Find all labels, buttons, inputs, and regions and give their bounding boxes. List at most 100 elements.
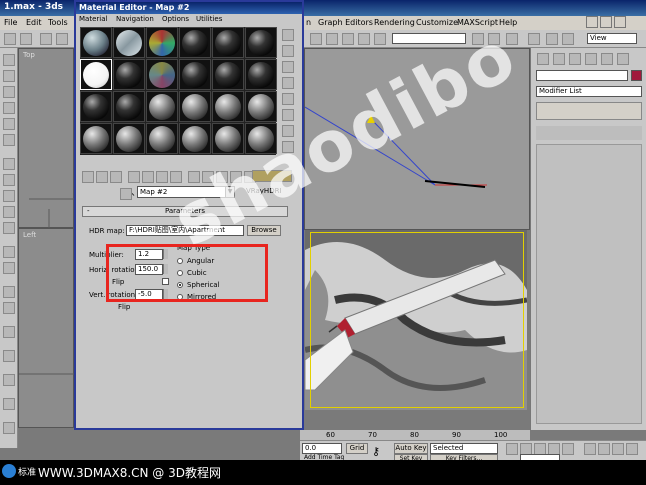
sample-slot-selected[interactable] bbox=[80, 59, 112, 90]
get-material-icon[interactable] bbox=[82, 171, 94, 183]
modifier-stack[interactable] bbox=[536, 102, 642, 120]
utilities-tab-icon[interactable] bbox=[617, 53, 629, 65]
display-tab-icon[interactable] bbox=[601, 53, 613, 65]
menu-material[interactable]: Material bbox=[79, 15, 107, 23]
chevron-down-icon[interactable]: ▼ bbox=[225, 187, 234, 197]
material-effects-channel-icon[interactable] bbox=[188, 171, 200, 183]
torus-icon[interactable] bbox=[3, 206, 15, 218]
modify-icon[interactable] bbox=[3, 70, 15, 82]
motion-tab-icon[interactable] bbox=[585, 53, 597, 65]
helper-icon[interactable] bbox=[3, 286, 15, 298]
uv-tiling-icon[interactable] bbox=[282, 77, 294, 89]
compound-icon[interactable] bbox=[3, 374, 15, 386]
video-color-check-icon[interactable] bbox=[282, 93, 294, 105]
reactor-icon[interactable] bbox=[3, 422, 15, 434]
sample-slot[interactable] bbox=[212, 59, 244, 90]
sample-slot[interactable] bbox=[113, 59, 145, 90]
cylinder-icon[interactable] bbox=[3, 190, 15, 202]
zoom-all-icon[interactable] bbox=[598, 443, 610, 455]
background-icon[interactable] bbox=[282, 61, 294, 73]
scale-icon[interactable] bbox=[342, 33, 354, 45]
viewport-top[interactable]: Top bbox=[18, 48, 75, 229]
menu-maxscript[interactable]: MAXScript bbox=[457, 18, 498, 27]
menu-file[interactable]: File bbox=[4, 18, 17, 27]
sample-slot[interactable] bbox=[113, 27, 145, 58]
mirror-icon[interactable] bbox=[374, 33, 386, 45]
menu-rendering[interactable]: Rendering bbox=[374, 18, 415, 27]
hierarchy-icon[interactable] bbox=[3, 86, 15, 98]
modify-tab-icon[interactable] bbox=[553, 53, 565, 65]
utilities-icon[interactable] bbox=[3, 134, 15, 146]
pan-icon[interactable] bbox=[612, 443, 624, 455]
show-end-result-icon[interactable] bbox=[216, 171, 228, 183]
motion-icon[interactable] bbox=[3, 102, 15, 114]
window-maximize-button[interactable] bbox=[600, 16, 612, 28]
window-close-button[interactable] bbox=[614, 16, 626, 28]
sample-slot[interactable] bbox=[146, 27, 178, 58]
options-icon[interactable] bbox=[282, 125, 294, 137]
sample-slot[interactable] bbox=[179, 59, 211, 90]
sample-type-icon[interactable] bbox=[282, 29, 294, 41]
particle-icon[interactable] bbox=[3, 398, 15, 410]
map-type-button[interactable]: VRayHDRI bbox=[246, 187, 282, 195]
display-icon[interactable] bbox=[3, 118, 15, 130]
timeline-ruler[interactable]: 60 70 80 90 100 bbox=[300, 430, 530, 440]
backlight-icon[interactable] bbox=[282, 45, 294, 57]
start-label[interactable]: 标准 bbox=[18, 465, 36, 478]
select-by-material-icon[interactable] bbox=[282, 141, 294, 153]
window-minimize-button[interactable] bbox=[586, 16, 598, 28]
sphere-icon[interactable] bbox=[3, 174, 15, 186]
arc-rotate-icon[interactable] bbox=[626, 443, 638, 455]
make-unique-icon[interactable] bbox=[156, 171, 168, 183]
systems-icon[interactable] bbox=[3, 326, 15, 338]
menu-navigation[interactable]: Navigation bbox=[116, 15, 154, 23]
sample-slot[interactable] bbox=[146, 123, 178, 154]
browse-button[interactable]: Browse bbox=[247, 225, 281, 236]
redo-icon[interactable] bbox=[20, 33, 32, 45]
box-icon[interactable] bbox=[3, 158, 15, 170]
viewport-left[interactable]: Left bbox=[18, 228, 75, 428]
selected-combo[interactable]: Selected bbox=[430, 443, 498, 454]
shape-icon[interactable] bbox=[3, 350, 15, 362]
render-scene-icon[interactable] bbox=[562, 33, 574, 45]
make-preview-icon[interactable] bbox=[282, 109, 294, 121]
auto-key-button[interactable]: Auto Key bbox=[394, 443, 428, 454]
material-editor-icon[interactable] bbox=[546, 33, 558, 45]
zoom-icon[interactable] bbox=[584, 443, 596, 455]
light-icon[interactable] bbox=[3, 246, 15, 258]
sample-slot[interactable] bbox=[212, 123, 244, 154]
object-name-field[interactable] bbox=[536, 70, 628, 81]
camera-icon[interactable] bbox=[3, 262, 15, 274]
copy-material-icon[interactable] bbox=[142, 171, 154, 183]
object-color-swatch[interactable] bbox=[631, 70, 642, 81]
reset-map-icon[interactable] bbox=[128, 171, 140, 183]
sample-slot[interactable] bbox=[179, 91, 211, 122]
create-tab-icon[interactable] bbox=[537, 53, 549, 65]
sample-slot[interactable] bbox=[245, 123, 277, 154]
hdr-map-field[interactable]: F:\HDRI贴图\室内\Apartment bbox=[126, 225, 244, 236]
sample-slot[interactable] bbox=[146, 91, 178, 122]
sample-slot[interactable] bbox=[179, 123, 211, 154]
move-icon[interactable] bbox=[310, 33, 322, 45]
menu-tools[interactable]: Tools bbox=[48, 18, 68, 27]
show-map-in-viewport-icon[interactable] bbox=[202, 171, 214, 183]
schematic-icon[interactable] bbox=[528, 33, 540, 45]
sample-slot[interactable] bbox=[245, 27, 277, 58]
map-name-combo[interactable]: Map #2 ▼ bbox=[137, 186, 235, 198]
menu-options[interactable]: Options bbox=[162, 15, 189, 23]
layer-icon[interactable] bbox=[488, 33, 500, 45]
sample-slot[interactable] bbox=[80, 91, 112, 122]
unlink-icon[interactable] bbox=[56, 33, 68, 45]
start-icon[interactable] bbox=[2, 464, 16, 478]
parameters-rollout-header[interactable]: - Parameters bbox=[82, 206, 288, 217]
spacewarp-icon[interactable] bbox=[3, 302, 15, 314]
menu-customize[interactable]: Customize bbox=[416, 18, 458, 27]
menu-graph-editors[interactable]: Graph Editors bbox=[318, 18, 373, 27]
key-icon[interactable]: ⚷ bbox=[372, 445, 380, 458]
sample-slot[interactable] bbox=[80, 27, 112, 58]
sample-slot[interactable] bbox=[113, 91, 145, 122]
go-to-end-icon[interactable] bbox=[562, 443, 574, 455]
sample-slot[interactable] bbox=[179, 27, 211, 58]
sample-slot[interactable] bbox=[80, 123, 112, 154]
sample-slot[interactable] bbox=[212, 27, 244, 58]
